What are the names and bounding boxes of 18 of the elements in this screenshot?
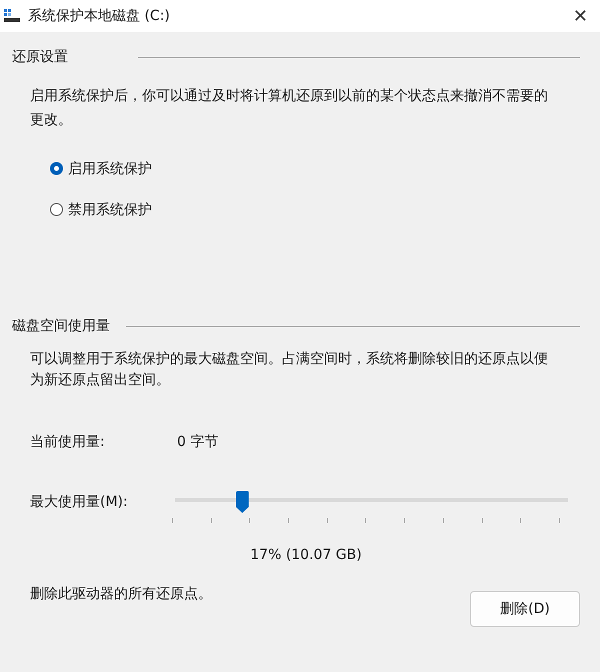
section-heading: 磁盘空间使用量 xyxy=(12,317,110,335)
radio-button[interactable] xyxy=(50,203,63,216)
delete-description: 删除此驱动器的所有还原点。 xyxy=(30,585,212,603)
section-heading: 还原设置 xyxy=(12,48,68,66)
slider-thumb[interactable] xyxy=(236,491,249,513)
description-text: 可以调整用于系统保护的最大磁盘空间。占满空间时，系统将删除较旧的还原点以便为新还原点留出空间。 xyxy=(30,350,549,390)
current-usage-label: 当前使用量: xyxy=(30,433,106,451)
max-usage-label: 最大使用量(M): xyxy=(30,493,129,511)
close-button[interactable]: ✕ xyxy=(570,6,590,26)
window-title: 系统保护本地磁盘 (C:) xyxy=(28,7,171,25)
description-text: 启用系统保护后，你可以通过及时将计算机还原到以前的某个状态点来撤消不需要的更改。 xyxy=(30,87,549,130)
radio-button[interactable] xyxy=(50,162,63,175)
current-usage-value: 0 字节 xyxy=(177,433,218,451)
radio-label[interactable]: 启用系统保护 xyxy=(68,160,152,178)
delete-button[interactable]: 删除(D) xyxy=(470,591,580,627)
slider-reading: 17% (10.07 GB) xyxy=(250,547,362,563)
app-icon xyxy=(4,9,20,23)
radio-label[interactable]: 禁用系统保护 xyxy=(68,200,152,218)
